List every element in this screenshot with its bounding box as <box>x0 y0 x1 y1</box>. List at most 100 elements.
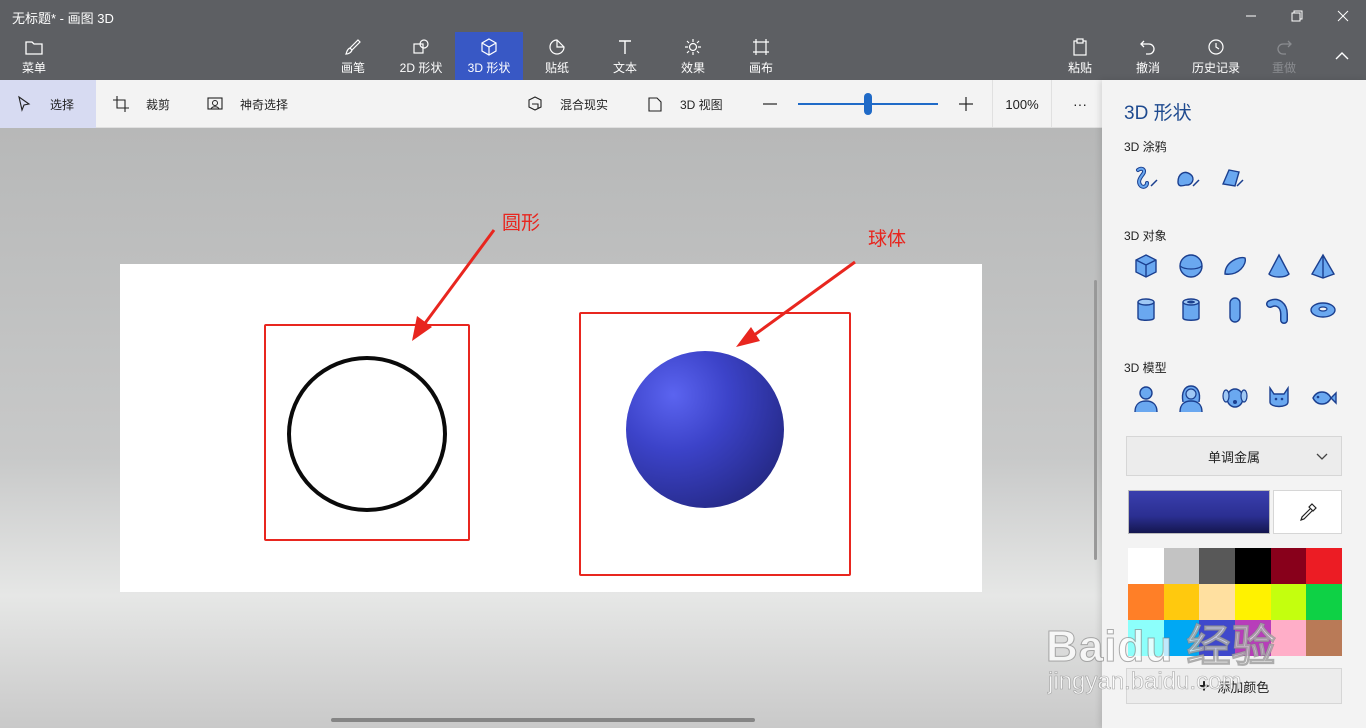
color-swatch[interactable] <box>1270 584 1307 620</box>
menu-label: 菜单 <box>21 60 46 75</box>
color-swatch[interactable] <box>1306 584 1342 620</box>
dog-icon[interactable] <box>1221 384 1249 412</box>
redo-label: 重做 <box>1271 60 1296 75</box>
zoom-in-button[interactable] <box>958 80 976 128</box>
color-swatch[interactable] <box>1199 620 1235 656</box>
cursor-icon <box>18 95 31 112</box>
tool-effects[interactable]: 效果 <box>668 32 718 80</box>
history-label: 历史记录 <box>1191 60 1240 75</box>
tool-label: 画布 <box>748 60 773 75</box>
color-swatch[interactable] <box>1128 584 1164 620</box>
soft-edge-doodle-icon[interactable] <box>1174 164 1202 192</box>
material-dropdown[interactable]: 单调金属 <box>1126 436 1342 476</box>
color-swatch[interactable] <box>1163 620 1200 656</box>
eyedropper-button[interactable] <box>1273 490 1342 534</box>
tool-label: 2D 形状 <box>399 60 443 75</box>
mixed-reality-button[interactable]: 混合现实 <box>526 80 626 128</box>
color-swatch[interactable] <box>1199 548 1235 584</box>
man-icon[interactable] <box>1132 384 1160 412</box>
magic-select-label: 神奇选择 <box>240 97 289 112</box>
horizontal-scrollbar[interactable] <box>331 718 755 722</box>
more-options-button[interactable]: ··· <box>1068 80 1092 128</box>
color-swatch[interactable] <box>1270 548 1307 584</box>
redo-button[interactable]: 重做 <box>1262 32 1306 80</box>
tool-3d-shapes[interactable]: 3D 形状 <box>455 32 523 80</box>
add-color-button[interactable]: + 添加颜色 <box>1126 668 1342 704</box>
color-swatch[interactable] <box>1128 620 1164 656</box>
menu-button[interactable]: 菜单 <box>8 32 60 80</box>
cylinder-icon[interactable] <box>1132 296 1160 324</box>
hemisphere-icon[interactable] <box>1221 252 1249 280</box>
donut-icon[interactable] <box>1309 296 1337 324</box>
add-color-label: 添加颜色 <box>1217 679 1270 695</box>
tube-doodle-icon[interactable] <box>1218 164 1246 192</box>
sharp-edge-doodle-icon[interactable] <box>1132 164 1160 192</box>
history-icon <box>1208 38 1224 55</box>
magic-select-button[interactable]: 神奇选择 <box>206 80 316 128</box>
redo-icon <box>1277 40 1292 55</box>
tool-stickers[interactable]: 贴纸 <box>532 32 582 80</box>
cone-icon[interactable] <box>1265 252 1293 280</box>
capsule-icon[interactable] <box>1221 296 1249 324</box>
select-button[interactable]: 选择 <box>0 80 96 128</box>
tool-2d-shapes[interactable]: 2D 形状 <box>392 32 450 80</box>
eyedropper-icon <box>1299 503 1317 521</box>
chevron-up-icon <box>1335 52 1349 60</box>
crop-label: 裁剪 <box>146 97 171 112</box>
tube-icon[interactable] <box>1177 296 1205 324</box>
vertical-scrollbar[interactable] <box>1094 280 1097 560</box>
color-swatch[interactable] <box>1306 548 1342 584</box>
zoom-out-button[interactable] <box>762 80 780 128</box>
restore-icon <box>1291 10 1303 22</box>
tool-label: 文本 <box>612 60 637 75</box>
tool-label: 画笔 <box>340 60 365 75</box>
color-swatch[interactable] <box>1163 548 1200 584</box>
woman-icon[interactable] <box>1177 384 1205 412</box>
tool-options-bar: 选择 裁剪 神奇选择 混合现实 3D 视图 100% ··· <box>0 80 1102 128</box>
sphere-callout-label: 球体 <box>868 229 907 250</box>
minimize-button[interactable] <box>1228 0 1274 32</box>
fish-icon[interactable] <box>1309 384 1337 412</box>
cube-icon[interactable] <box>1132 252 1160 280</box>
objects-section-title: 3D 对象 <box>1124 229 1167 243</box>
3d-view-icon <box>648 97 662 112</box>
chevron-down-icon <box>1316 453 1328 460</box>
close-icon <box>1337 10 1349 22</box>
sun-icon <box>685 38 701 55</box>
material-value: 单调金属 <box>1207 449 1260 465</box>
3d-view-button[interactable]: 3D 视图 <box>646 80 736 128</box>
tool-brushes[interactable]: 画笔 <box>328 32 378 80</box>
paste-button[interactable]: 粘贴 <box>1058 32 1102 80</box>
minus-icon <box>763 103 777 105</box>
close-button[interactable] <box>1320 0 1366 32</box>
cat-icon[interactable] <box>1265 384 1293 412</box>
collapse-ribbon-button[interactable] <box>1322 32 1362 80</box>
title-bar: 无标题* - 画图 3D <box>0 0 1366 32</box>
curved-tube-icon[interactable] <box>1265 296 1293 324</box>
current-color-swatch[interactable] <box>1128 490 1270 534</box>
color-swatch[interactable] <box>1199 584 1235 620</box>
color-swatch[interactable] <box>1306 620 1342 656</box>
zoom-slider-thumb[interactable] <box>864 93 872 115</box>
drawing-canvas[interactable] <box>120 264 982 592</box>
color-swatch[interactable] <box>1128 548 1164 584</box>
crop-icon <box>113 96 129 112</box>
restore-button[interactable] <box>1274 0 1320 32</box>
tool-canvas[interactable]: 画布 <box>736 32 786 80</box>
circle-callout-label: 圆形 <box>502 213 541 234</box>
tool-text[interactable]: 文本 <box>600 32 650 80</box>
pyramid-icon[interactable] <box>1309 252 1337 280</box>
text-icon <box>619 39 631 54</box>
color-swatch[interactable] <box>1163 584 1200 620</box>
color-swatch[interactable] <box>1235 620 1271 656</box>
zoom-percent[interactable]: 100% <box>992 80 1052 128</box>
sphere-icon[interactable] <box>1177 252 1205 280</box>
color-swatch[interactable] <box>1235 584 1271 620</box>
undo-button[interactable]: 撤消 <box>1126 32 1170 80</box>
crop-button[interactable]: 裁剪 <box>112 80 192 128</box>
history-button[interactable]: 历史记录 <box>1184 32 1248 80</box>
sphere-highlight-box <box>579 312 851 576</box>
color-swatch[interactable] <box>1270 620 1307 656</box>
color-swatch[interactable] <box>1235 548 1271 584</box>
sticker-icon <box>549 38 565 55</box>
